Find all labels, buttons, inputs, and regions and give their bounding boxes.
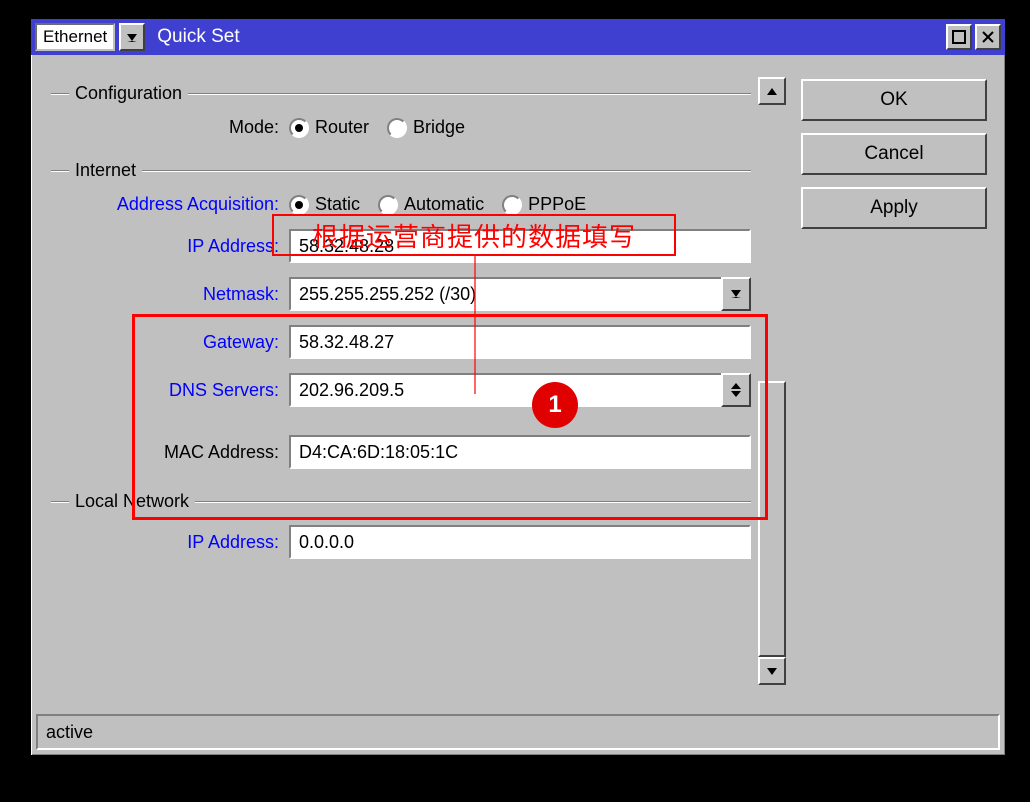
close-icon [981,30,995,44]
side-buttons: OK Cancel Apply [801,79,987,229]
mode-select-dropdown-icon[interactable] [119,23,145,51]
client-area: Configuration Mode: Router Bridge [31,55,1005,755]
mode-select-value: Ethernet [43,27,107,47]
addr-acq-automatic-radio[interactable]: Automatic [378,194,484,215]
local-ip-label: IP Address: [51,532,289,553]
addr-acq-static-label: Static [315,194,360,215]
mode-bridge-radio[interactable]: Bridge [387,117,465,138]
minimize-button[interactable] [946,24,972,50]
radio-icon [289,118,309,138]
mac-value: D4:CA:6D:18:05:1C [299,442,458,463]
netmask-input[interactable]: 255.255.255.252 (/30) [289,277,723,311]
minimize-icon [952,30,966,44]
group-configuration-label: Configuration [69,83,188,104]
local-ip-input[interactable]: 0.0.0.0 [289,525,751,559]
radio-icon [502,195,522,215]
titlebar: Ethernet Quick Set [31,19,1005,55]
radio-icon [387,118,407,138]
group-configuration: Configuration [51,83,751,103]
netmask-row: Netmask: 255.255.255.252 (/30) [51,277,751,311]
netmask-dropdown-icon[interactable] [721,277,751,311]
ok-button[interactable]: OK [801,79,987,121]
addr-acq-label: Address Acquisition: [51,194,289,215]
ip-label: IP Address: [51,236,289,257]
scroll-track[interactable] [758,105,786,657]
gateway-label: Gateway: [51,332,289,353]
ip-row: IP Address: 58.32.48.28 [51,229,751,263]
gateway-value: 58.32.48.27 [299,332,394,353]
mode-bridge-label: Bridge [413,117,465,138]
main-panel: Configuration Mode: Router Bridge [51,77,786,685]
cancel-button[interactable]: Cancel [801,133,987,175]
status-bar: active [36,714,1000,750]
ip-input[interactable]: 58.32.48.28 [289,229,751,263]
addr-acq-static-radio[interactable]: Static [289,194,360,215]
gateway-row: Gateway: 58.32.48.27 [51,325,751,359]
netmask-value: 255.255.255.252 (/30) [299,284,476,305]
mode-label: Mode: [51,117,289,138]
dns-value: 202.96.209.5 [299,380,404,401]
apply-button[interactable]: Apply [801,187,987,229]
group-internet-label: Internet [69,160,142,181]
local-ip-row: IP Address: 0.0.0.0 [51,525,751,559]
mode-router-label: Router [315,117,369,138]
group-local-network-label: Local Network [69,491,195,512]
mode-router-radio[interactable]: Router [289,117,369,138]
scroll-thumb[interactable] [758,381,786,657]
vertical-scrollbar[interactable] [758,77,786,685]
dns-row: DNS Servers: 202.96.209.5 [51,373,751,407]
mac-label: MAC Address: [51,442,289,463]
group-local-network: Local Network [51,491,751,511]
mode-row: Mode: Router Bridge [51,117,751,138]
scroll-up-icon[interactable] [758,77,786,105]
dns-label: DNS Servers: [51,380,289,401]
radio-icon [289,195,309,215]
dns-spinner-icon[interactable] [721,373,751,407]
mac-row: MAC Address: D4:CA:6D:18:05:1C [51,435,751,469]
local-ip-value: 0.0.0.0 [299,532,354,553]
scroll-down-icon[interactable] [758,657,786,685]
netmask-label: Netmask: [51,284,289,305]
radio-icon [378,195,398,215]
addr-acq-row: Address Acquisition: Static Automatic [51,194,751,215]
gateway-input[interactable]: 58.32.48.27 [289,325,751,359]
scroll-area: Configuration Mode: Router Bridge [51,77,751,685]
dns-input[interactable]: 202.96.209.5 [289,373,723,407]
mac-input[interactable]: D4:CA:6D:18:05:1C [289,435,751,469]
group-internet: Internet [51,160,751,180]
addr-acq-pppoe-label: PPPoE [528,194,586,215]
addr-acq-automatic-label: Automatic [404,194,484,215]
ip-value: 58.32.48.28 [299,236,394,257]
quickset-window: Ethernet Quick Set Configuration [30,18,1006,756]
window-title: Quick Set [157,26,940,48]
status-text: active [46,722,93,743]
addr-acq-pppoe-radio[interactable]: PPPoE [502,194,586,215]
mode-select[interactable]: Ethernet [35,23,115,51]
close-button[interactable] [975,24,1001,50]
